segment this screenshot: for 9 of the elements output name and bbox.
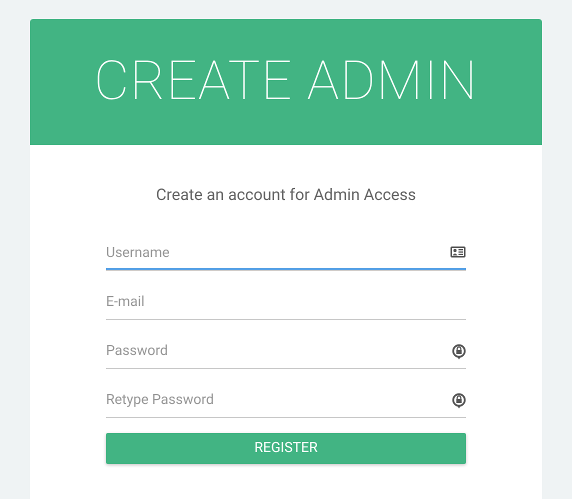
subtitle: Create an account for Admin Access bbox=[155, 184, 417, 206]
lock-icon bbox=[452, 344, 466, 360]
text-field[interactable]: Password bbox=[106, 333, 466, 369]
id-card-icon bbox=[450, 246, 466, 258]
lock-icon bbox=[452, 393, 466, 409]
page-title: CREATE ADMIN bbox=[94, 55, 478, 109]
register-button[interactable]: REGISTER bbox=[106, 433, 466, 464]
text-field[interactable]: Retype Password bbox=[106, 382, 466, 418]
text-field[interactable]: E-mail bbox=[106, 284, 466, 320]
